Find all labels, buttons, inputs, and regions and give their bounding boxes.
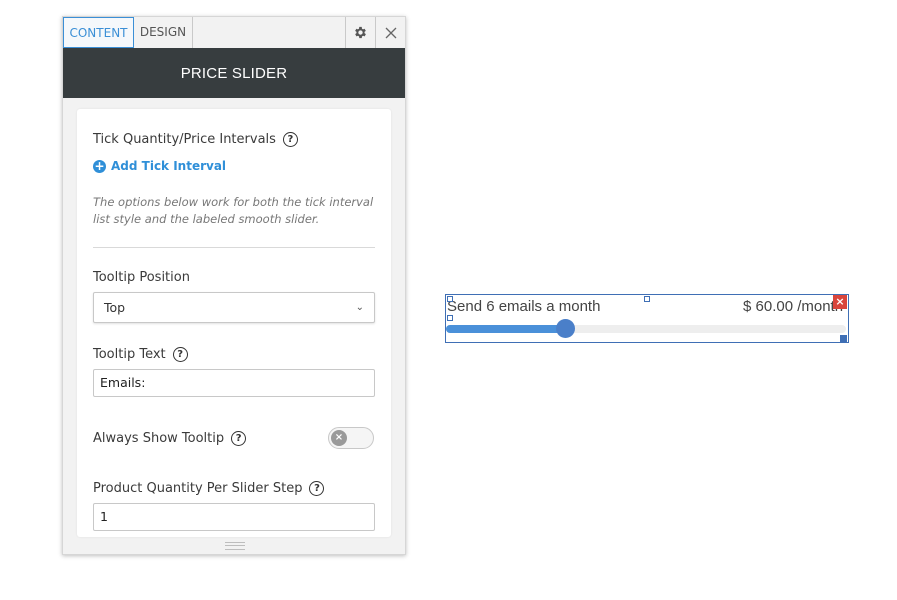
tick-intervals-label: Tick Quantity/Price Intervals [93, 132, 276, 147]
tooltip-position-value: Top [104, 300, 126, 315]
slider-thumb[interactable] [556, 319, 575, 338]
plus-circle-icon: + [93, 158, 106, 173]
slider-track[interactable] [446, 325, 846, 333]
tick-intervals-label-row: Tick Quantity/Price Intervals ? [93, 132, 298, 147]
divider [93, 247, 375, 248]
help-icon[interactable]: ? [282, 132, 298, 147]
help-icon[interactable]: ? [309, 481, 325, 496]
tick-intervals-note: The options below work for both the tick… [93, 195, 374, 226]
panel-resize-handle[interactable] [225, 542, 245, 550]
help-icon[interactable]: ? [172, 347, 188, 362]
tooltip-position-label: Tooltip Position [93, 270, 190, 285]
slider-label: Send 6 emails a month [447, 298, 601, 315]
tooltip-position-select[interactable]: Top ⌄ [93, 292, 375, 323]
help-icon[interactable]: ? [231, 431, 247, 446]
tab-content[interactable]: CONTENT [63, 17, 134, 48]
tooltip-text-input[interactable]: Emails: [93, 369, 375, 397]
always-show-tooltip-toggle[interactable]: × [328, 427, 374, 449]
selection-handle[interactable] [644, 296, 650, 302]
tab-design[interactable]: DESIGN [134, 17, 193, 48]
slider-track-fill [446, 325, 566, 333]
panel-tabs: CONTENT DESIGN [63, 17, 405, 49]
add-tick-interval-label: Add Tick Interval [111, 159, 227, 173]
qty-per-step-label-row: Product Quantity Per Slider Step ? [93, 481, 325, 496]
resize-handle[interactable] [840, 335, 847, 342]
selection-handle[interactable] [447, 296, 453, 302]
tooltip-text-label: Tooltip Text [93, 347, 166, 362]
remove-element-button[interactable]: × [833, 295, 847, 309]
chevron-down-icon: ⌄ [355, 302, 364, 313]
tooltip-text-label-row: Tooltip Text ? [93, 347, 188, 362]
always-show-tooltip-label-row: Always Show Tooltip ? [93, 431, 247, 446]
settings-card: Tick Quantity/Price Intervals ? + Add Ti… [77, 109, 391, 537]
x-icon: × [331, 430, 347, 446]
close-icon[interactable] [375, 17, 405, 48]
settings-panel: CONTENT DESIGN PRICE SLIDER Tick Quantit… [62, 16, 406, 555]
add-tick-interval-button[interactable]: + Add Tick Interval [93, 159, 226, 173]
tooltip-position-label-text: Tooltip Position [93, 270, 190, 285]
qty-per-step-label: Product Quantity Per Slider Step [93, 481, 303, 496]
selection-handle[interactable] [447, 315, 453, 321]
panel-title: PRICE SLIDER [63, 48, 405, 98]
gear-icon[interactable] [345, 17, 375, 48]
always-show-tooltip-label: Always Show Tooltip [93, 431, 225, 446]
qty-per-step-input[interactable]: 1 [93, 503, 375, 531]
